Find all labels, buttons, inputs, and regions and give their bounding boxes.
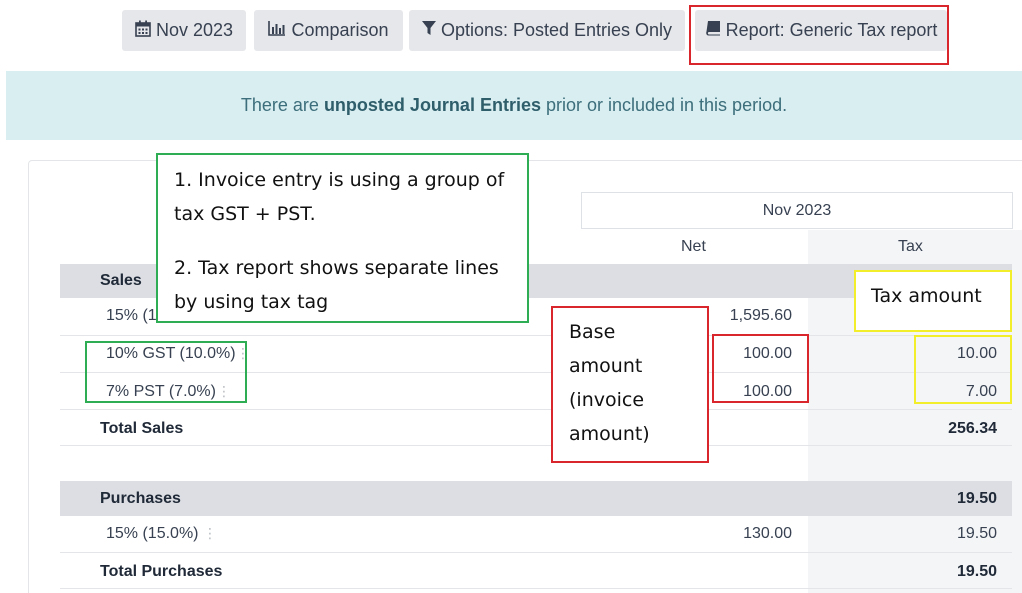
- net-values-highlight-box: [712, 334, 809, 403]
- tax-column-header: Tax: [898, 238, 923, 255]
- row-net: 130.00: [743, 525, 792, 542]
- calendar-icon: [135, 20, 151, 42]
- filter-icon: [421, 20, 436, 41]
- purchases-section-tax: 19.50: [956, 490, 997, 507]
- unposted-entries-banner: There are unposted Journal Entries prior…: [6, 71, 1022, 140]
- report-highlight-box: [689, 5, 949, 65]
- bar-chart-icon: [268, 20, 286, 41]
- note-line: by using tax tag: [174, 291, 329, 313]
- banner-prefix: There are: [240, 95, 324, 115]
- banner-suffix: prior or included in this period.: [540, 95, 788, 115]
- period-header-label: Nov 2023: [762, 201, 832, 219]
- note-line: Base: [569, 321, 616, 343]
- note-line: (invoice: [569, 389, 645, 411]
- sales-section-title: Sales: [100, 272, 142, 289]
- total-purchases-label: Total Purchases: [100, 563, 223, 580]
- tax-values-highlight-box: [914, 335, 1012, 404]
- net-column-header: Net: [681, 238, 706, 255]
- purchases-section-row[interactable]: [60, 481, 1012, 516]
- comparison-button[interactable]: Comparison: [254, 10, 403, 51]
- unposted-entries-link[interactable]: unposted Journal Entries: [324, 95, 541, 116]
- total-sales-tax: 256.34: [948, 420, 997, 437]
- period-filter-label: Nov 2023: [155, 20, 234, 40]
- note-line: amount: [569, 355, 643, 377]
- row-tax: 19.50: [956, 525, 997, 542]
- note-line: 2. Tax report shows separate lines: [174, 257, 499, 279]
- row-label: 15% (15.0%): [106, 525, 199, 542]
- base-amount-note: Base amount (invoice amount): [551, 306, 709, 463]
- period-column-header: Nov 2023: [581, 192, 1013, 229]
- note-line: amount): [569, 423, 650, 445]
- tax-group-note: 1. Invoice entry is using a group of tax…: [156, 153, 529, 323]
- row-menu-icon[interactable]: ⋮: [203, 526, 217, 540]
- options-filter-button[interactable]: Options: Posted Entries Only: [409, 10, 685, 51]
- row-label: 15% (1: [106, 307, 157, 324]
- tax-amount-note: Tax amount: [854, 270, 1012, 332]
- tax-lines-highlight-box: [85, 341, 247, 403]
- purchases-section-title: Purchases: [100, 490, 181, 507]
- total-row: [60, 410, 1012, 446]
- comparison-label: Comparison: [291, 20, 389, 40]
- note-line: Tax amount: [871, 285, 982, 307]
- options-filter-label: Options: Posted Entries Only: [440, 20, 673, 40]
- note-line: 1. Invoice entry is using a group of: [174, 169, 505, 191]
- row-net: 1,595.60: [729, 307, 792, 324]
- note-line: tax GST + PST.: [174, 203, 316, 225]
- period-filter-button[interactable]: Nov 2023: [122, 10, 246, 51]
- total-sales-label: Total Sales: [100, 420, 184, 437]
- total-purchases-tax: 19.50: [956, 563, 997, 580]
